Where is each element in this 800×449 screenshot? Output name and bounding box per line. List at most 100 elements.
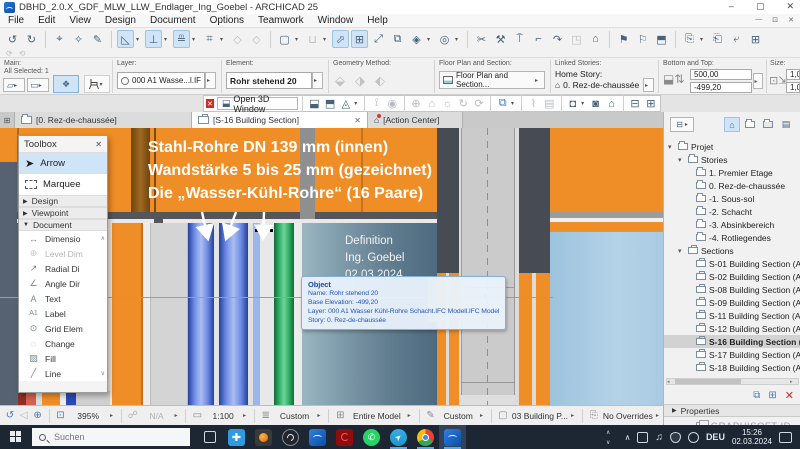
clone-folder-icon[interactable]: ⧉ (753, 390, 760, 401)
toolbox-group-viewpoint[interactable]: ▶Viewpoint (19, 207, 107, 219)
alert-badge[interactable]: ✕ (206, 99, 214, 108)
horizontal-scrollbar[interactable]: ◂ ▸ (666, 378, 799, 385)
tab-section-active[interactable]: [S-16 Building Section]✕ (192, 112, 368, 128)
zoom-reset-icon[interactable]: ↺ (3, 410, 17, 421)
taskbar-app-acrobat[interactable] (331, 425, 358, 449)
copy-properties-icon[interactable]: ⎘ (681, 30, 698, 48)
tree-item-section[interactable]: S-17 Building Section (Auto- (664, 348, 800, 361)
zoom-in-icon[interactable]: ⊕ (31, 410, 45, 421)
orbit-icon[interactable]: ⊕ (409, 97, 424, 111)
layer-field[interactable]: 000 A1 Wasse...l.IFC Model (117, 72, 205, 89)
layers-3d-icon[interactable]: ⧉ (495, 97, 510, 111)
arrow-mode-button[interactable]: ❖ (53, 75, 79, 93)
layer-state-icon[interactable]: ⬒ (653, 30, 670, 48)
snap-reference-icon[interactable]: ◇ (248, 30, 265, 48)
tool-dimension[interactable]: ↔Dimensio∧ (19, 231, 107, 246)
layer-combination-value[interactable]: Custom (275, 411, 315, 421)
pen-set-value[interactable]: Custom (439, 411, 477, 421)
bottom-elevation-field[interactable]: -499,20 (690, 82, 752, 93)
menu-edit[interactable]: Edit (38, 15, 55, 26)
tree-item-section[interactable]: S-02 Building Section (Auto- (664, 270, 800, 283)
scene-home-icon[interactable]: ⌂ (604, 97, 619, 111)
tree-item-sections[interactable]: ▾Sections (664, 244, 800, 257)
scroll-down-icon[interactable]: ∨ (101, 370, 105, 377)
notification-center-icon[interactable] (779, 432, 792, 443)
plane-snap-icon[interactable]: ⊥ (145, 30, 162, 48)
favorites-icon[interactable]: ⟳ (6, 49, 13, 58)
manage-icon[interactable]: ⊞ (747, 30, 764, 48)
tray-network-icon[interactable] (688, 432, 699, 443)
tool-line[interactable]: ╱Line∨ (19, 366, 107, 381)
3d-home-icon[interactable]: ⌂ (424, 97, 439, 111)
transfer-icon[interactable]: ⤶ (728, 30, 745, 48)
tray-security-icon[interactable] (670, 432, 681, 443)
tool-fill[interactable]: ▨Fill (19, 351, 107, 366)
walk-mode-icon[interactable]: ⟟ (369, 97, 384, 111)
scissors-icon[interactable]: ✂ (473, 30, 490, 48)
tree-item-story[interactable]: -1. Sous-sol (664, 192, 800, 205)
project-chooser-button[interactable]: ⊟▸ (670, 117, 694, 132)
brush-icon[interactable]: ⌇ (526, 97, 541, 111)
tool-arrow[interactable]: ➤Arrow (19, 153, 107, 174)
tool-level-dimension[interactable]: ⊕Level Dim (19, 246, 107, 261)
suspend-groups-icon[interactable]: ⊔ (304, 30, 321, 48)
geometry-method-icons[interactable]: ⬙⬗⬖ (335, 73, 395, 89)
collapse-arrow[interactable]: ▾ (678, 156, 685, 164)
menu-document[interactable]: Document (150, 15, 196, 26)
taskbar-app-recorder[interactable] (250, 425, 277, 449)
paste-properties-icon[interactable]: ⎗ (709, 30, 726, 48)
tree-item-story[interactable]: -3. Absinkbereich (664, 218, 800, 231)
menu-view[interactable]: View (69, 15, 91, 26)
curve-icon[interactable]: ↷ (549, 30, 566, 48)
tool-angle-dimension[interactable]: ∠Angle Dir (19, 276, 107, 291)
tree-item-story[interactable]: 1. Premier Etage (664, 166, 800, 179)
zoom-level-value[interactable]: 395% (69, 411, 107, 421)
collapse-arrow[interactable]: ▾ (668, 143, 675, 151)
search-input[interactable] (52, 431, 162, 443)
project-map-icon[interactable]: ⌂ (724, 117, 740, 132)
taskbar-app-telegram[interactable]: ➤ (385, 425, 412, 449)
tree-item-section[interactable]: S-01 Building Section (Auto- (664, 257, 800, 270)
tab-close-icon[interactable]: ✕ (354, 116, 361, 125)
layout-book-icon[interactable] (760, 117, 776, 132)
menu-help[interactable]: Help (367, 15, 388, 26)
tree-item-stories[interactable]: ▾Stories (664, 153, 800, 166)
flag-outline-icon[interactable]: ⚐ (634, 30, 651, 48)
tree-item-story[interactable]: -4. Rotliegendes (664, 231, 800, 244)
taskbar-app-whatsapp[interactable]: ✆ (358, 425, 385, 449)
taskbar-scroll-arrows[interactable]: ∧∨ (606, 429, 610, 446)
view-map-icon[interactable] (742, 117, 758, 132)
camera-icon[interactable]: ◘ (565, 97, 580, 111)
taskbar-search-box[interactable] (32, 428, 190, 446)
stretch-icon[interactable]: ⤢ (370, 30, 387, 48)
taskbar-app-obs[interactable] (277, 425, 304, 449)
tab-action-center[interactable]: ⌂[Action Center] (368, 112, 463, 128)
toolbox-group-design[interactable]: ▶Design (19, 195, 107, 207)
tray-expand-icon[interactable]: ∧ (625, 433, 631, 442)
3d-projection-icon[interactable]: ◬ (338, 97, 353, 111)
previous-zoom-icon[interactable]: ◁ (17, 410, 31, 421)
delete-icon[interactable]: ✕ (785, 389, 794, 402)
toolbox-close-icon[interactable]: ✕ (95, 140, 102, 149)
mdi-restore-icon[interactable]: ⊡ (772, 16, 778, 24)
taskbar-app-archicad[interactable] (304, 425, 331, 449)
fillet-icon[interactable]: ◈ (408, 30, 425, 48)
mdi-minimize-icon[interactable]: — (755, 16, 762, 24)
size-field-2[interactable]: 1,0 (786, 82, 800, 93)
scroll-right-arrow[interactable]: ▸ (790, 379, 798, 385)
minimize-button[interactable]: – (729, 1, 734, 12)
gravity-icon[interactable]: ◺ (117, 30, 134, 48)
tree-item-story[interactable]: 0. Rez-de-chaussée (664, 179, 800, 192)
rotate-icon[interactable]: ↻ (456, 97, 471, 111)
corner-icon[interactable]: ⌐ (530, 30, 547, 48)
taskbar-app-archicad-active[interactable] (439, 425, 466, 449)
tool-change[interactable]: ◌Change (19, 336, 107, 351)
floorplan-display-button[interactable]: Floor Plan and Section...▸ (439, 71, 545, 89)
split-icon[interactable]: ⊞ (351, 30, 368, 48)
taskbar-app-toolbox[interactable]: ✚ (223, 425, 250, 449)
fit-in-window-icon[interactable]: ⊡ (54, 410, 68, 421)
tray-display-icon[interactable] (637, 432, 648, 443)
tool-label[interactable]: A1Label (19, 306, 107, 321)
keyboard-language[interactable]: DEU (706, 432, 725, 442)
intersect-icon[interactable]: ◎ (436, 30, 453, 48)
